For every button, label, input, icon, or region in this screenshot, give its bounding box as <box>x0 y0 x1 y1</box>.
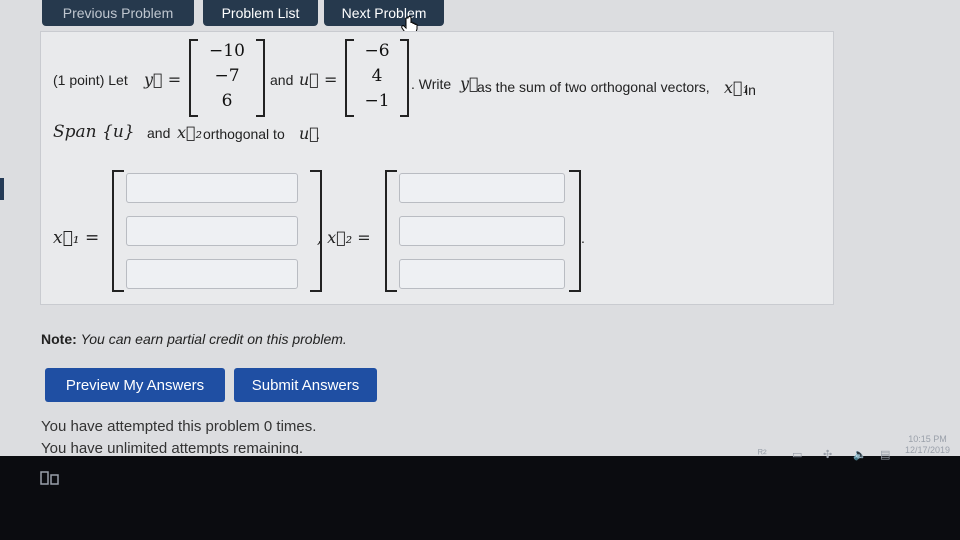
y-label: y⃗ = <box>144 70 182 89</box>
problem-list-button[interactable]: Problem List <box>203 0 318 26</box>
x2-answer-label: , x⃗₂ = <box>317 228 371 247</box>
x1-answer-matrix <box>112 170 322 292</box>
u-label: u⃗ = <box>299 70 338 89</box>
y-vector-entry: −7 <box>214 66 240 86</box>
people-icon[interactable]: ᴿ² <box>758 448 767 464</box>
y-vector: −10 −7 6 <box>189 39 265 117</box>
period: . <box>316 126 320 142</box>
submit-answers-button[interactable]: Submit Answers <box>234 368 377 402</box>
y-vector-entry: −10 <box>209 41 245 61</box>
x1-entry-3-input[interactable] <box>126 259 298 289</box>
x2-entry-2-input[interactable] <box>399 216 565 246</box>
x1-entry-2-input[interactable] <box>126 216 298 246</box>
orthogonal-text: orthogonal to <box>203 126 285 142</box>
x2-answer-matrix <box>385 170 581 292</box>
keyboard-icon[interactable]: ▤ <box>880 448 890 464</box>
u-vector-entry: −1 <box>364 91 390 111</box>
attempts-count: You have attempted this problem 0 times. <box>41 418 317 435</box>
end-period: . <box>581 230 585 246</box>
y-symbol: y⃗ <box>460 74 479 93</box>
partial-credit-note: Note: You can earn partial credit on thi… <box>41 331 347 347</box>
span-text: Span {u} <box>53 122 135 142</box>
u-vector-entry: −6 <box>364 41 390 61</box>
x2-entry-1-input[interactable] <box>399 173 565 203</box>
battery-icon[interactable]: ▭ <box>792 448 802 464</box>
network-icon[interactable]: ✣ <box>823 448 832 464</box>
note-text: You can earn partial credit on this prob… <box>80 331 347 347</box>
preview-answers-button[interactable]: Preview My Answers <box>45 368 225 402</box>
and-text: and <box>270 72 294 88</box>
and-text-2: and <box>147 125 171 141</box>
clock-date: 12/17/2019 <box>905 445 951 455</box>
instruction-write: . Write <box>411 76 452 92</box>
u-vector: −6 4 −1 <box>345 39 409 117</box>
x1-answer-label: x⃗₁ = <box>53 228 100 248</box>
system-clock[interactable]: 10:15 PM 12/17/2019 <box>905 434 950 456</box>
u-vector-entry: 4 <box>371 66 383 86</box>
note-label: Note: <box>41 331 77 347</box>
points-label: (1 point) Let <box>53 72 128 88</box>
taskbar <box>0 456 960 540</box>
problem-box: (1 point) Let y⃗ = −10 −7 6 and u⃗ = −6 … <box>40 31 834 305</box>
previous-problem-button[interactable]: Previous Problem <box>42 0 194 26</box>
volume-icon[interactable]: 🔈 <box>853 448 867 464</box>
y-vector-entry: 6 <box>221 91 233 111</box>
next-problem-button[interactable]: Next Problem <box>324 0 444 26</box>
instruction-in: in <box>745 82 756 98</box>
instruction-sum: as the sum of two orthogonal vectors, <box>477 79 710 95</box>
window-edge <box>0 178 4 200</box>
x2-entry-3-input[interactable] <box>399 259 565 289</box>
task-view-icon <box>40 471 59 485</box>
x2-symbol: x⃗₂ <box>177 123 203 142</box>
clock-time: 10:15 PM <box>908 434 947 444</box>
attempts-remaining: You have unlimited attempts remaining. <box>41 440 304 454</box>
x1-entry-1-input[interactable] <box>126 173 298 203</box>
